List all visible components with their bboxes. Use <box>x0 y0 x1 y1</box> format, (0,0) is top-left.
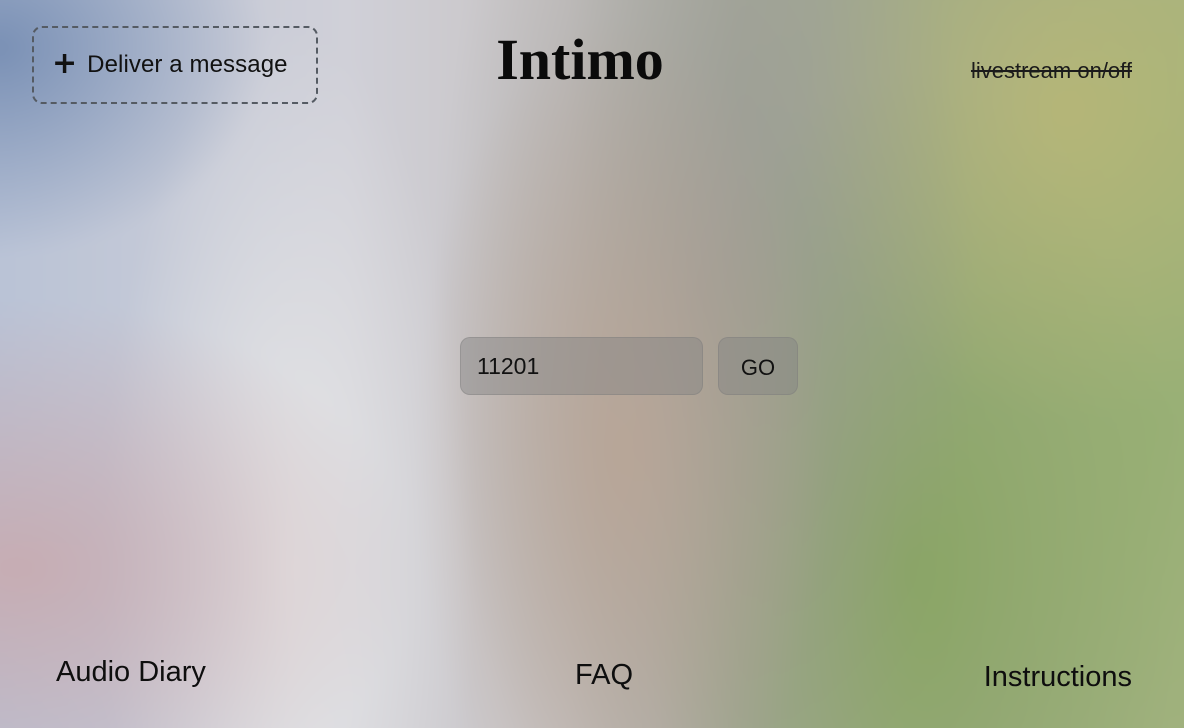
faq-link[interactable]: FAQ <box>575 659 633 692</box>
go-button[interactable]: GO <box>718 337 798 395</box>
instructions-link[interactable]: Instructions <box>984 661 1132 694</box>
livestream-toggle[interactable]: livestream on/off <box>971 58 1132 84</box>
zip-search-form: GO <box>460 337 798 395</box>
audio-diary-link[interactable]: Audio Diary <box>56 656 206 689</box>
zip-code-input[interactable] <box>460 337 703 395</box>
